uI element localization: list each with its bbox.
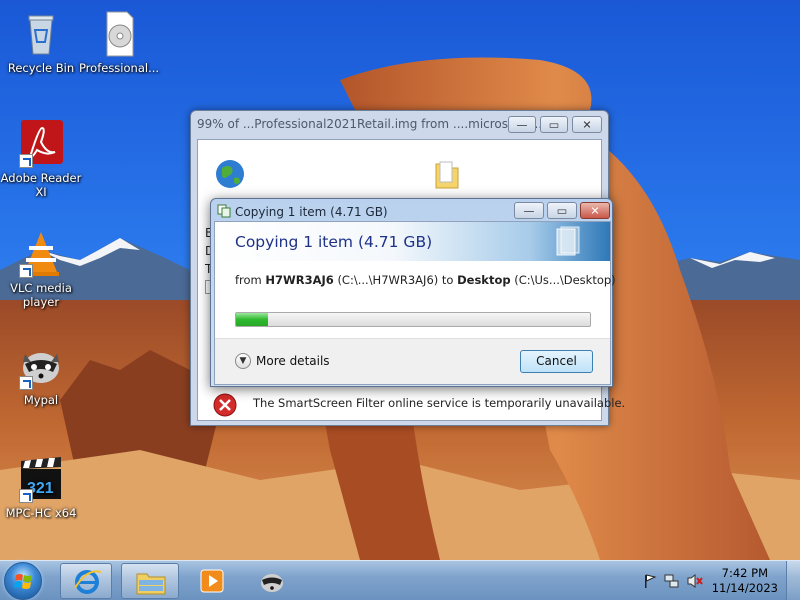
disc-image-icon [95, 10, 143, 58]
shortcut-arrow-icon [19, 376, 33, 390]
mpc-hc-icon: 321 [17, 455, 65, 503]
start-button[interactable] [4, 562, 42, 600]
desktop-icon-label: VLC media player [10, 281, 72, 309]
desktop-icon-adobe-reader[interactable]: Adobe Reader XI [0, 120, 82, 199]
desktop-icon-label: Mypal [23, 393, 59, 407]
taskbar-windows-explorer[interactable] [121, 563, 179, 599]
system-tray: 7:42 PM 11/14/2023 [620, 561, 800, 600]
copy-progress-fill [236, 313, 268, 326]
desktop-icon-label: Recycle Bin [7, 61, 75, 75]
windows-logo-icon [14, 574, 32, 589]
clock-date: 11/14/2023 [711, 581, 778, 595]
recycle-bin-icon [17, 10, 65, 58]
destination-folder-link[interactable]: Desktop [457, 273, 510, 287]
download-window-title: 99% of ...Professional2021Retail.img fro… [197, 117, 546, 131]
source-folder-link[interactable]: H7WR3AJ6 [265, 273, 333, 287]
from-label: from [235, 273, 262, 287]
taskbar-media-player[interactable] [190, 563, 234, 599]
taskbar-internet-explorer[interactable] [60, 563, 112, 599]
copy-from-to-line: from H7WR3AJ6 (C:\...\H7WR3AJ6) to Deskt… [235, 273, 616, 287]
folder-icon [136, 573, 166, 595]
globe-icon [216, 160, 244, 188]
destination-path: (C:\Us...\Desktop) [514, 273, 616, 287]
desktop-icon-mpc-hc[interactable]: 321 MPC-HC x64 [0, 455, 82, 520]
copy-dialog-title: Copying 1 item (4.71 GB) [235, 205, 388, 219]
desktop-icon-professional-img[interactable]: Professional... [78, 10, 160, 75]
to-label: to [441, 273, 454, 287]
desktop-icon-label: Professional... [78, 61, 160, 75]
copy-dialog[interactable]: Copying 1 item (4.71 GB) — ▭ ✕ Copying 1… [210, 198, 616, 387]
copy-dialog-content: Copying 1 item (4.71 GB) from H7WR3AJ6 (… [214, 221, 616, 385]
volume-muted-icon[interactable] [686, 573, 704, 589]
maximize-icon: ▭ [556, 204, 568, 217]
internet-explorer-icon [74, 570, 101, 594]
copy-banner: Copying 1 item (4.71 GB) [215, 222, 610, 261]
show-desktop-button[interactable] [786, 561, 800, 600]
more-details-toggle[interactable]: ▼ More details [235, 353, 330, 369]
copy-heading: Copying 1 item (4.71 GB) [235, 233, 433, 251]
desktop-icon-label: MPC-HC x64 [5, 506, 77, 520]
shortcut-arrow-icon [19, 154, 33, 168]
desktop-icon-vlc[interactable]: VLC media player [0, 230, 82, 309]
network-icon[interactable] [664, 573, 680, 589]
taskbar: 7:42 PM 11/14/2023 [0, 560, 800, 600]
desktop-icon-mypal[interactable]: Mypal [0, 342, 82, 407]
cancel-button[interactable]: Cancel [520, 350, 593, 373]
taskbar-clock[interactable]: 7:42 PM 11/14/2023 [712, 566, 778, 596]
maximize-icon: ▭ [548, 118, 560, 131]
shortcut-arrow-icon [19, 489, 33, 503]
minimize-button[interactable]: — [508, 116, 536, 133]
media-player-icon [200, 569, 224, 593]
copy-icon [217, 204, 231, 218]
maximize-button[interactable]: ▭ [547, 202, 577, 219]
maximize-button[interactable]: ▭ [540, 116, 568, 133]
clock-time: 7:42 PM [721, 566, 769, 580]
smartscreen-bar: The SmartScreen Filter online service is… [205, 389, 625, 419]
raccoon-icon [261, 574, 283, 592]
copy-progress-bar [235, 312, 591, 327]
copy-dialog-footer: ▼ More details Cancel [215, 338, 610, 384]
close-button[interactable]: ✕ [580, 202, 610, 219]
folder-icon [435, 161, 459, 189]
adobe-reader-icon [17, 120, 65, 168]
raccoon-icon [17, 342, 65, 390]
close-icon: ✕ [582, 118, 592, 131]
vlc-cone-icon [17, 230, 65, 278]
chevron-down-icon: ▼ [235, 353, 251, 369]
minimize-icon: — [523, 204, 535, 217]
shortcut-arrow-icon [19, 264, 33, 278]
error-icon [213, 393, 237, 417]
smartscreen-message: The SmartScreen Filter online service is… [253, 396, 626, 410]
action-center-flag-icon[interactable] [642, 573, 658, 589]
more-details-label: More details [256, 354, 330, 368]
close-icon: ✕ [590, 204, 600, 217]
desktop-icon-label: Adobe Reader XI [0, 171, 82, 199]
file-copy-icon [556, 226, 580, 256]
taskbar-mypal[interactable] [250, 563, 294, 599]
source-path: (C:\...\H7WR3AJ6) [337, 273, 439, 287]
desktop-icon-recycle-bin[interactable]: Recycle Bin [0, 10, 82, 75]
minimize-button[interactable]: — [514, 202, 544, 219]
close-button[interactable]: ✕ [572, 116, 602, 133]
minimize-icon: — [516, 118, 528, 131]
